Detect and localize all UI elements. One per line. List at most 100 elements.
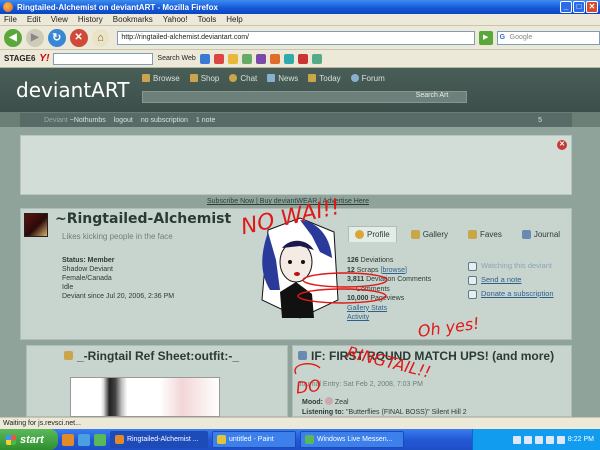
deviation-icon xyxy=(64,351,73,360)
nav-today-label: Today xyxy=(319,74,341,83)
activity-link[interactable]: Activity xyxy=(347,314,369,321)
tab-journal[interactable]: Journal xyxy=(516,226,566,242)
menu-help[interactable]: Help xyxy=(226,15,242,24)
browse-link[interactable]: [browse] xyxy=(381,267,407,274)
nav-today[interactable]: Today xyxy=(308,74,341,83)
deviation-thumbnail[interactable] xyxy=(70,377,220,417)
toolbar-mail-icon[interactable] xyxy=(213,53,224,64)
send-note-link[interactable]: Send a note xyxy=(481,273,521,287)
nav-browse[interactable]: Browse xyxy=(142,74,180,83)
toolbar-games-icon[interactable] xyxy=(283,53,294,64)
menu-bar: File Edit View History Bookmarks Yahoo! … xyxy=(0,14,600,26)
task-paint[interactable]: untitled - Paint xyxy=(212,431,296,448)
status-line: Deviant since Jul 20, 2006, 2:36 PM xyxy=(62,293,175,300)
forum-icon xyxy=(350,74,359,82)
stage6-button[interactable]: STAGE6 xyxy=(4,54,35,63)
deviantart-logo[interactable]: deviantART xyxy=(16,78,130,102)
menu-edit[interactable]: Edit xyxy=(27,15,41,24)
yahoo-search-input[interactable] xyxy=(53,52,154,65)
close-button[interactable]: ✕ xyxy=(586,1,598,13)
toolbar-answers-icon[interactable] xyxy=(255,53,266,64)
quicklaunch-firefox-icon[interactable] xyxy=(62,433,74,446)
url-bar[interactable]: http://ringtailed-alchemist.deviantart.c… xyxy=(117,30,475,45)
subscribe-links[interactable]: Subscribe Now | Buy deviantWEAR | Advert… xyxy=(207,198,369,205)
system-tray: 8:22 PM xyxy=(472,429,600,450)
watch-row[interactable]: Watching this deviant xyxy=(468,259,554,273)
nav-forum[interactable]: Forum xyxy=(350,74,385,83)
toolbar-music-icon[interactable] xyxy=(269,53,280,64)
task-messenger[interactable]: Windows Live Messen... xyxy=(300,431,404,448)
menu-history[interactable]: History xyxy=(78,15,103,24)
tab-faves[interactable]: Faves xyxy=(462,226,508,242)
search-web-button[interactable]: Search Web xyxy=(157,55,195,62)
maximize-button[interactable]: □ xyxy=(573,1,585,13)
minimize-button[interactable]: _ xyxy=(560,1,572,13)
gallery-stats-link[interactable]: Gallery Stats xyxy=(347,305,387,312)
deviation-title[interactable]: _-Ringtail Ref Sheet:outfit:-_ xyxy=(77,349,239,363)
menu-view[interactable]: View xyxy=(51,15,68,24)
tray-icon[interactable] xyxy=(545,435,554,444)
nav-forum-label: Forum xyxy=(361,74,385,83)
tab-profile[interactable]: Profile xyxy=(348,226,397,242)
forward-arrow-icon[interactable]: ▶ xyxy=(25,28,44,47)
toolbar-more-icon[interactable] xyxy=(311,53,322,64)
logout-link[interactable]: logout xyxy=(114,117,133,124)
watching-label: Watching this deviant xyxy=(481,261,553,270)
reload-icon[interactable]: ↻ xyxy=(47,28,66,47)
send-note-row[interactable]: Send a note xyxy=(468,273,554,287)
nav-news[interactable]: News xyxy=(267,74,298,83)
menu-tools[interactable]: Tools xyxy=(198,15,217,24)
toolbar-bookmark-icon[interactable] xyxy=(199,53,210,64)
stop-icon[interactable]: ✕ xyxy=(69,28,88,47)
taskbar: start Ringtailed-Alchemist ... untitled … xyxy=(0,429,600,450)
stat-scraps: 12 Scraps [browse] xyxy=(347,266,407,274)
menu-file[interactable]: File xyxy=(4,15,17,24)
gallery-icon xyxy=(410,229,420,239)
ad-close-icon[interactable]: ✕ xyxy=(557,140,567,150)
tab-gallery[interactable]: Gallery xyxy=(405,226,454,242)
quicklaunch-messenger-icon[interactable] xyxy=(94,433,106,446)
listening-label: Listening to: xyxy=(302,409,344,416)
back-arrow-icon[interactable]: ◀ xyxy=(4,28,22,47)
toolbar-news-icon[interactable] xyxy=(241,53,252,64)
tab-journal-label: Journal xyxy=(533,229,561,239)
home-icon[interactable]: ⌂ xyxy=(91,28,110,47)
donate-link[interactable]: Donate a subscription xyxy=(481,287,554,301)
avatar[interactable] xyxy=(24,213,48,237)
nav-chat[interactable]: Chat xyxy=(229,74,257,83)
nav-browse-label: Browse xyxy=(153,74,180,83)
tray-icon[interactable] xyxy=(534,435,543,444)
clock[interactable]: 8:22 PM xyxy=(568,436,594,443)
stat-deviations: 126 Deviations xyxy=(347,257,394,264)
menu-bookmarks[interactable]: Bookmarks xyxy=(113,15,153,24)
window-title-bar: Ringtailed-Alchemist on deviantART - Moz… xyxy=(0,0,600,14)
username-link[interactable]: ~Nothumbs xyxy=(70,117,106,124)
toolbar-heart-icon[interactable] xyxy=(297,53,308,64)
mood-value: Zeal xyxy=(334,399,349,406)
task-firefox[interactable]: Ringtailed-Alchemist ... xyxy=(110,431,208,448)
go-button[interactable]: ▶ xyxy=(478,30,493,45)
quicklaunch-ie-icon[interactable] xyxy=(78,433,90,446)
google-search-input[interactable]: Google xyxy=(496,30,600,45)
notes-link[interactable]: 1 note xyxy=(196,117,215,124)
nav-shop-label: Shop xyxy=(200,74,220,83)
news-icon xyxy=(267,74,276,82)
profile-stats: 126 Deviations 12 Scraps [browse] 3,811 … xyxy=(347,256,431,323)
start-label: start xyxy=(20,433,44,446)
tray-icon[interactable] xyxy=(512,435,521,444)
tray-icon[interactable] xyxy=(556,435,565,444)
donate-row[interactable]: Donate a subscription xyxy=(468,287,554,301)
deviantart-nav: Browse Shop Chat News Today Forum xyxy=(142,74,385,83)
search-art-button[interactable]: Search Art xyxy=(398,92,466,102)
yahoo-logo-button[interactable]: Y! xyxy=(39,53,49,64)
journal-title[interactable]: IF: FIRST ROUND MATCH UPS! (and more) xyxy=(311,349,573,363)
toolbar-star-icon[interactable] xyxy=(227,53,238,64)
journal-listening: Listening to: "Butterflies (FINAL BOSS)"… xyxy=(302,409,467,416)
status-line: Idle xyxy=(62,284,74,291)
shop-icon xyxy=(189,74,198,82)
tray-icon[interactable] xyxy=(523,435,532,444)
menu-yahoo[interactable]: Yahoo! xyxy=(163,15,188,24)
start-button[interactable]: start xyxy=(0,429,58,450)
nav-shop[interactable]: Shop xyxy=(189,74,220,83)
extensions-toolbar: STAGE6 Y! Search Web xyxy=(0,50,600,68)
